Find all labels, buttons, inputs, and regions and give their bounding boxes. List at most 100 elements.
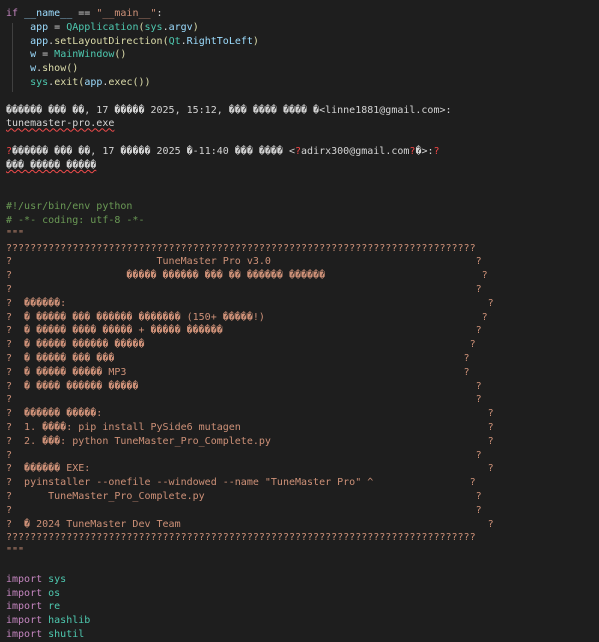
code-token: QApplication [66,21,139,33]
code-line[interactable]: ? ������ �����: ? [6,407,494,421]
code-token: os [42,587,61,599]
code-line[interactable]: ? 1. ����: pip install PySide6 mutagen ? [6,421,494,435]
code-line[interactable]: ? � ����� ����� MP3 ? [6,366,470,380]
code-token: ��� ����� ����� [6,159,97,171]
code-token: ? ? [6,449,482,461]
code-token: ? � ����� ������ ����� ? [6,339,476,351]
code-token: tunemaster-pro.exe [6,118,115,130]
code-line[interactable]: sys.exit(app.exec()) [6,76,151,90]
code-line[interactable]: import os [6,587,60,601]
code-token: shutil [42,629,85,640]
code-token: w [6,49,37,61]
code-token: ? � ����� ��� ��� ? [6,353,470,364]
code-token: ? TuneMaster_Pro_Complete.py ? [6,491,482,502]
code-line[interactable]: import sys [6,573,66,587]
code-line[interactable]: ? TuneMaster_Pro_Complete.py ? [6,490,482,504]
code-line[interactable]: import hashlib [6,614,90,628]
code-token: ) [252,35,259,47]
code-token: = [48,21,67,33]
code-token: """ [6,546,25,558]
code-token: adirx300@gmail.com [301,146,410,157]
code-line[interactable]: ? ? [6,449,482,463]
code-line[interactable]: ????????????????????????????????????????… [6,242,476,256]
code-line[interactable]: # -*- coding: utf-8 -*- [6,214,144,228]
code-token: import [6,601,43,613]
code-token: ? ����� ������ ��� �� ������ ������ ? [6,270,488,282]
code-token: ������ ��� ��, 17 ����� 2025, 15:12, ���… [6,104,452,116]
code-token: hashlib [42,615,91,627]
code-token: app [6,35,49,47]
code-token: ) [144,77,151,88]
code-token: ? [433,146,440,157]
code-token: ������ ��� ��, 17 ����� 2025 �-11:40 ���… [12,146,295,157]
code-line[interactable]: """ [6,545,24,559]
code-token: ? ? [6,504,482,516]
code-line[interactable]: ? TuneMaster Pro v3.0 ? [6,255,482,269]
code-token: sys [144,21,163,33]
code-token: setLayoutDirection [54,35,163,47]
code-token: if [6,8,25,19]
code-token: sys [6,77,49,88]
code-line[interactable]: app.setLayoutDirection(Qt.RightToLeft) [6,35,259,49]
code-token: ? ? [6,284,482,295]
code-line[interactable]: ????????????????????????????????????????… [6,531,476,545]
code-token: w [6,63,37,75]
code-token: () [66,63,79,75]
code-line[interactable]: ? � ���� ������ ����� ? [6,380,482,394]
code-token: """ [6,228,25,240]
code-line[interactable]: ? ? [6,504,482,518]
code-token: sys [42,573,67,585]
code-token: import [6,629,43,640]
code-token: RightToLeft [186,35,253,47]
code-token: Qt [168,35,181,47]
code-line[interactable]: ? ������: ? [6,297,494,311]
code-token: re [42,601,61,613]
code-token: ? TuneMaster Pro v3.0 ? [6,256,482,268]
code-line[interactable]: ? � 2024 TuneMaster Dev Team ? [6,518,494,532]
code-line[interactable]: ? 2. ���: python TuneMaster_Pro_Complete… [6,435,494,449]
code-token: argv [168,21,193,33]
code-token: = [36,49,55,61]
code-line[interactable]: ? � ����� ������ ����� ? [6,338,476,352]
code-line[interactable]: ? pyinstaller --onefile --windowed --nam… [6,476,476,490]
code-token: show [42,63,67,75]
code-line[interactable]: app = QApplication(sys.argv) [6,21,199,35]
code-line[interactable]: ? ? [6,283,482,297]
code-line[interactable]: w.show() [6,62,78,76]
code-token: MainWindow [54,49,115,61]
code-token: == [72,8,97,19]
code-line[interactable]: w = MainWindow() [6,48,126,62]
code-line[interactable]: ? ������ EXE: ? [6,462,494,476]
code-line[interactable]: import shutil [6,628,84,642]
code-editor[interactable]: if __name__ == "__main__": app = QApplic… [0,0,599,642]
code-line[interactable]: import re [6,600,60,614]
code-token: ? ? [6,394,482,406]
code-token: ????????????????????????????????????????… [6,242,476,254]
code-line[interactable]: if __name__ == "__main__": [6,7,163,21]
code-token: ? ������ EXE: ? [6,463,494,475]
code-token: ? 2. ���: python TuneMaster_Pro_Complete… [6,435,494,447]
code-token: __name__ [24,8,73,19]
code-token: # -*- coding: utf-8 -*- [6,215,145,226]
code-line[interactable]: #!/usr/bin/env python [6,200,132,214]
code-token: "__main__" [96,8,157,19]
code-line[interactable]: ? � ����� ��� ��� ? [6,352,470,366]
code-token: ? ������: ? [6,297,494,309]
code-line[interactable]: """ [6,228,24,242]
code-token: ) [192,21,199,33]
code-token: app [6,21,49,33]
code-token: �>: [415,146,434,157]
code-token: ? � 2024 TuneMaster Dev Team ? [6,518,494,530]
code-token: import [6,573,43,585]
code-line[interactable]: ������ ��� ��, 17 ����� 2025, 15:12, ���… [6,104,452,118]
code-line[interactable]: ? ����� ������ ��� �� ������ ������ ? [6,269,488,283]
code-token: import [6,615,43,627]
code-line[interactable]: ? ? [6,393,482,407]
code-line[interactable]: ? ������ ��� ��, 17 ����� 2025 �-11:40 ��… [6,145,440,159]
code-line[interactable]: ? � ����� ��� ������ ������� (150+ �����… [6,311,488,325]
code-token: import [6,587,43,599]
code-line[interactable]: ��� ����� ����� [6,159,96,173]
code-line[interactable]: ? � ����� ���� ����� + ����� ������ ? [6,324,482,338]
code-token: ? 1. ����: pip install PySide6 mutagen ? [6,422,494,433]
code-line[interactable]: tunemaster-pro.exe [6,117,114,131]
